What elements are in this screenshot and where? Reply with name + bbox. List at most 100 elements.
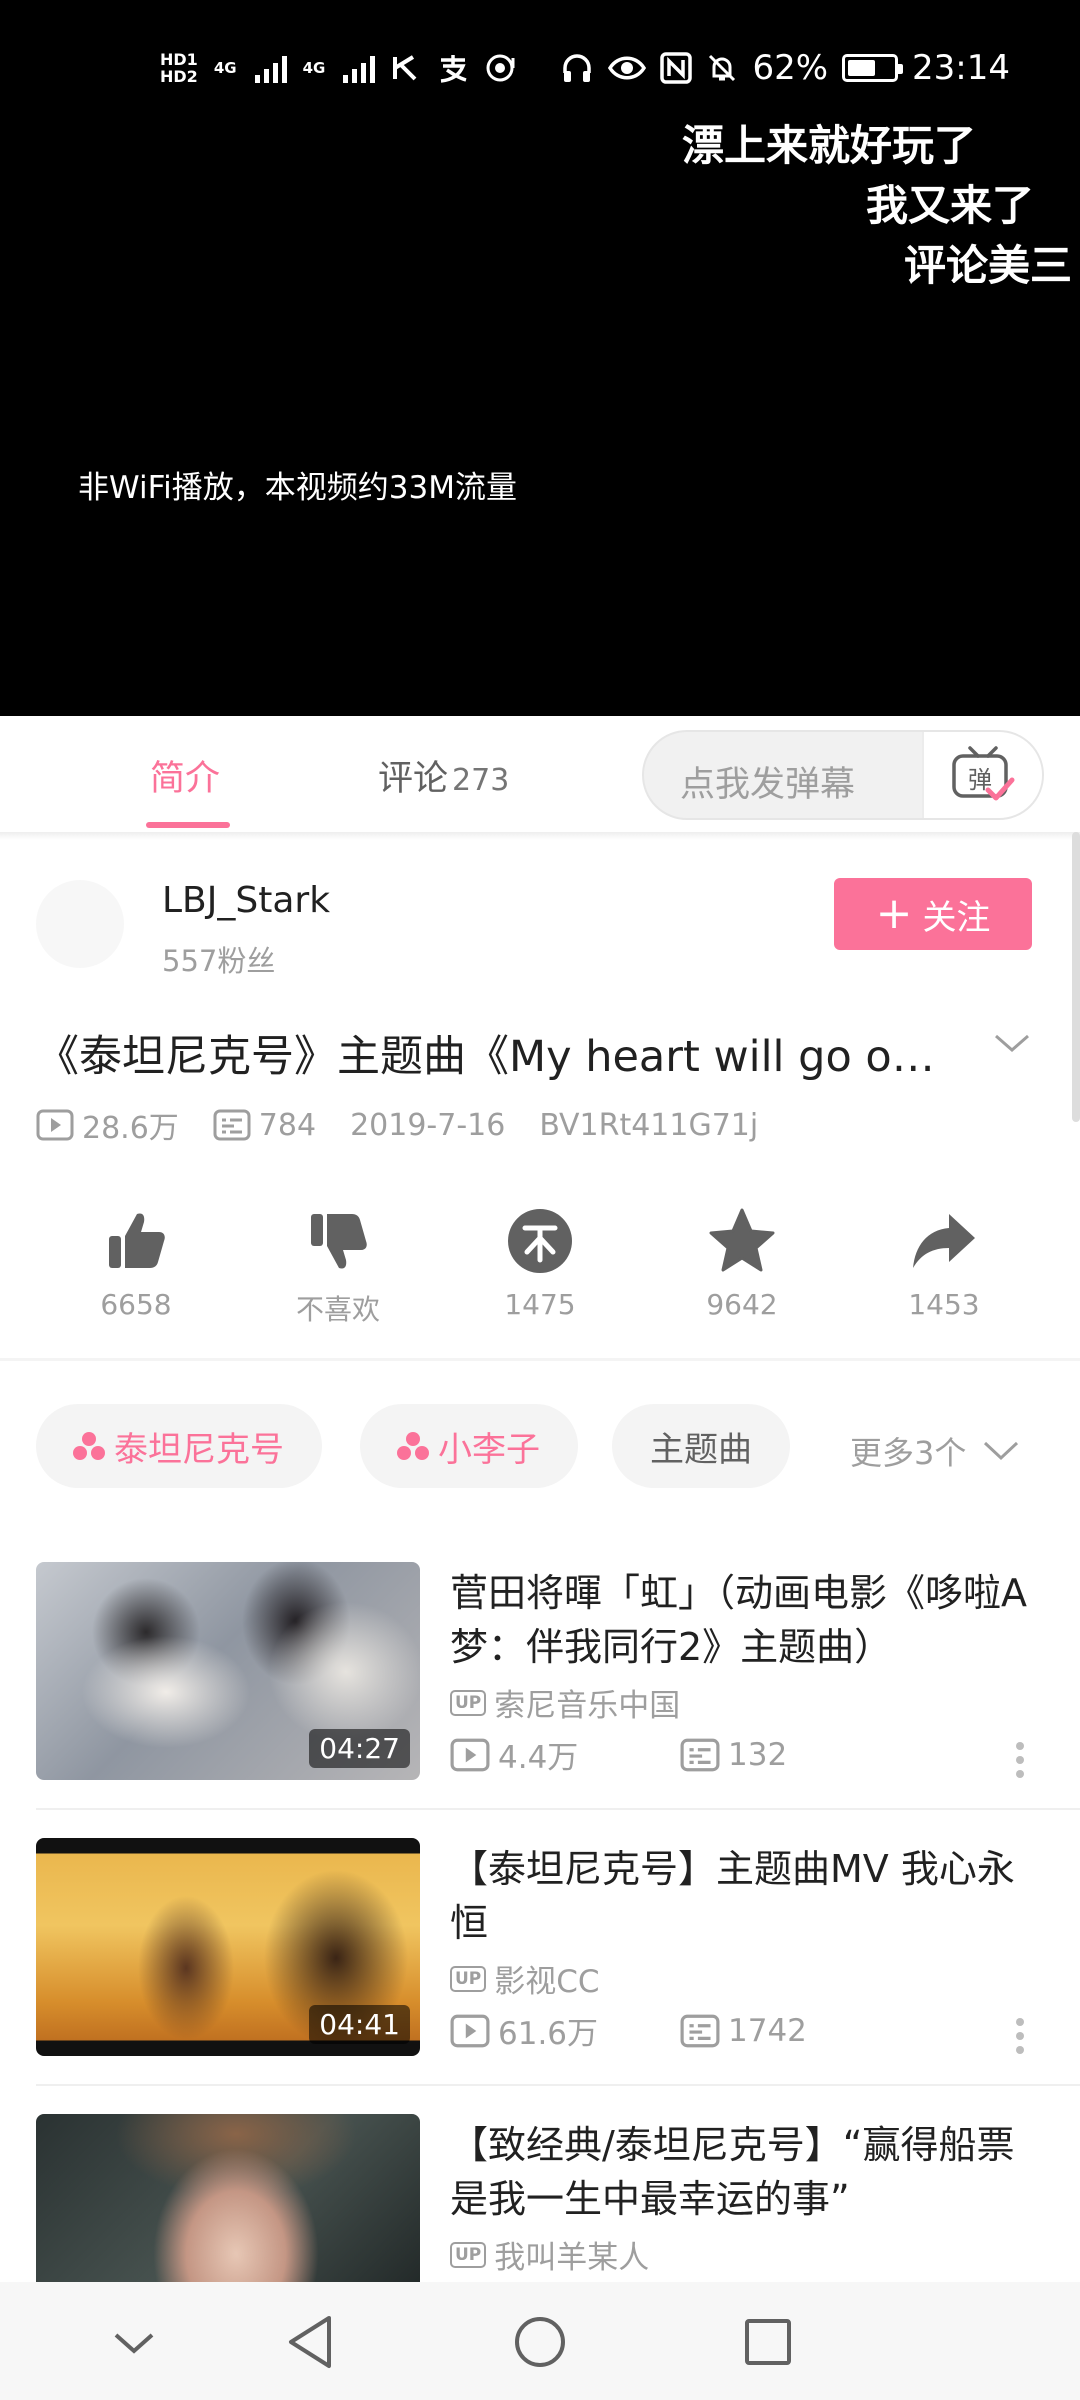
video-duration: 04:27	[309, 1729, 410, 1768]
battery-percent: 62%	[752, 48, 829, 88]
status-bar-left: HD1 HD2 4G 4G	[160, 44, 517, 92]
headphones-icon	[563, 54, 592, 82]
back-button[interactable]	[280, 2312, 340, 2372]
recents-button[interactable]	[738, 2312, 798, 2372]
tab-comments-label: 评论	[378, 759, 449, 799]
favorite-button[interactable]: 9642	[662, 1206, 822, 1321]
recents-square-icon	[745, 2319, 791, 2365]
home-circle-icon	[515, 2317, 565, 2367]
danmaku-tv-icon: 弹	[952, 746, 1015, 801]
danmaku-input[interactable]: 点我发弹幕 弹	[642, 730, 1044, 820]
topic-icon	[73, 1432, 105, 1460]
related-video-uploader: UP 索尼音乐中国	[450, 1680, 680, 1725]
danmaku-comment: 评论美三	[904, 241, 1073, 290]
hd-indicator: HD1 HD2	[160, 50, 198, 86]
nfc-icon	[660, 52, 693, 84]
topic-icon	[397, 1432, 429, 1460]
danmaku-input-placeholder: 点我发弹幕	[680, 765, 856, 805]
play-count-icon	[450, 1738, 490, 1771]
related-video-uploader: UP 我叫羊某人	[450, 2232, 649, 2277]
share-icon	[913, 1214, 975, 1268]
coin-icon	[508, 1209, 572, 1273]
follow-button-label: 关注	[922, 897, 991, 938]
signal-icon-2	[343, 53, 376, 83]
eye-comfort-icon	[608, 56, 647, 80]
share-button[interactable]: 1453	[864, 1206, 1024, 1321]
danmaku-count: 1742	[680, 2013, 807, 2049]
danmaku-comment: 漂上来就好玩了	[682, 121, 977, 170]
more-tags-button[interactable]: 更多3个	[850, 1428, 1020, 1474]
tab-comments[interactable]: 评论 273	[378, 750, 509, 801]
scrollbar[interactable]	[1072, 832, 1080, 1122]
dislike-button[interactable]: 不喜欢	[258, 1206, 418, 1328]
like-button[interactable]: 6658	[56, 1206, 216, 1321]
active-tab-indicator	[146, 822, 230, 828]
chevron-down-icon	[984, 1441, 1019, 1461]
danmaku-count: 132	[680, 1737, 787, 1773]
view-count: 4.4万	[450, 1732, 680, 1777]
related-video-title: 【致经典/泰坦尼克号】“赢得船票是我一生中最幸运的事”	[450, 2123, 1015, 2221]
uploader-avatar[interactable]	[36, 880, 124, 968]
chevron-down-icon	[114, 2333, 154, 2354]
video-duration: 04:41	[309, 2005, 410, 2044]
play-count-icon	[450, 2014, 490, 2047]
related-video-stats: 61.6万 1742	[450, 2008, 807, 2053]
tab-intro[interactable]: 简介	[150, 750, 220, 801]
network-type-1: 4G	[213, 58, 237, 77]
more-options-icon[interactable]	[1014, 1740, 1026, 1780]
back-triangle-icon	[289, 2316, 331, 2368]
video-thumbnail[interactable]: 04:41	[36, 1838, 420, 2056]
uploader-name[interactable]: LBJ_Stark	[162, 880, 330, 921]
tag-chip[interactable]: 小李子	[360, 1404, 578, 1488]
view-count: 61.6万	[450, 2008, 680, 2053]
more-options-icon[interactable]	[1014, 2016, 1026, 2056]
play-count-icon	[36, 1109, 74, 1141]
publish-date: 2019-7-16	[350, 1107, 506, 1143]
tag-chip[interactable]: 泰坦尼克号	[36, 1404, 322, 1488]
chevron-down-icon[interactable]	[992, 1028, 1032, 1058]
tab-bar-shadow	[0, 832, 1080, 840]
status-bar-right: 62% 23:14	[560, 44, 1010, 92]
up-badge-icon: UP	[450, 1965, 487, 1992]
app-notification-icon	[393, 55, 417, 81]
view-count: 28.6万	[36, 1103, 179, 1147]
related-video-item[interactable]: 04:27 菅田将暉「虹」（动画电影《哆啦A梦：伴我同行2》主题曲） UP 索尼…	[0, 1562, 1080, 1838]
hide-nav-button[interactable]	[104, 2312, 164, 2372]
danmaku-comment: 我又来了	[866, 181, 1035, 230]
related-video-uploader: UP 影视CC	[450, 1956, 600, 2001]
video-thumbnail[interactable]: 04:27	[36, 1562, 420, 1780]
video-player[interactable]: HD1 HD2 4G 4G 62% 23:14 漂上来就好玩了 我又来了 评论美三…	[0, 0, 1080, 716]
follow-button[interactable]: + 关注	[834, 878, 1032, 950]
uploader-fans: 557粉丝	[162, 944, 276, 978]
danmaku-count-icon	[680, 1738, 720, 1771]
plus-icon: +	[875, 888, 913, 939]
danmaku-count: 784	[213, 1108, 316, 1143]
video-meta-row: 28.6万 784 2019-7-16 BV1Rt411G71j	[36, 1104, 792, 1146]
mobile-data-notice: 非WiFi播放，本视频约33M流量	[78, 470, 517, 506]
battery-icon	[842, 54, 904, 82]
up-badge-icon: UP	[450, 1689, 487, 1716]
hotspot-icon	[486, 54, 515, 82]
home-button[interactable]	[510, 2312, 570, 2372]
clock: 23:14	[912, 48, 1010, 88]
coin-button[interactable]: 1475	[460, 1206, 620, 1321]
danmaku-toggle-button[interactable]: 弹	[922, 732, 1042, 818]
list-divider	[36, 2084, 1080, 2086]
danmaku-count-icon	[213, 1109, 251, 1141]
up-badge-icon: UP	[450, 2241, 487, 2268]
related-video-item[interactable]: 04:41 【泰坦尼克号】主题曲MV 我心永恒 UP 影视CC 61.6万 17…	[0, 1838, 1080, 2114]
related-video-title: 【泰坦尼克号】主题曲MV 我心永恒	[450, 1847, 1015, 1945]
list-divider	[36, 1808, 1080, 1810]
comment-count: 273	[452, 763, 510, 798]
signal-icon	[254, 53, 287, 83]
detail-tab-bar: 简介 评论 273 点我发弹幕 弹	[0, 716, 1080, 832]
tag-chip[interactable]: 主题曲	[612, 1404, 790, 1488]
mute-bell-icon	[709, 54, 736, 82]
thumbs-down-icon	[311, 1214, 367, 1269]
bv-id: BV1Rt411G71j	[539, 1107, 759, 1143]
system-navigation-bar	[0, 2282, 1080, 2400]
section-divider	[0, 1358, 1080, 1361]
video-title[interactable]: 《泰坦尼克号》主题曲《My heart will go on》	[36, 1022, 956, 1084]
related-video-title: 菅田将暉「虹」（动画电影《哆啦A梦：伴我同行2》主题曲）	[450, 1571, 1027, 1669]
related-video-stats: 4.4万 132	[450, 1732, 787, 1777]
